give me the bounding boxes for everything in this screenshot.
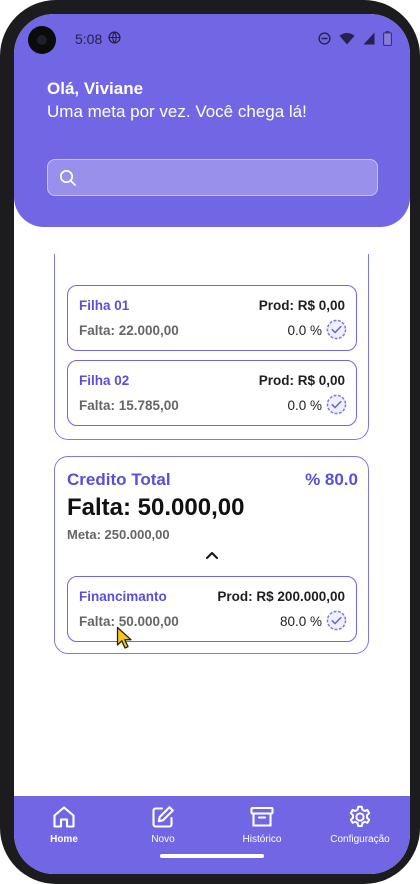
nav-configuracao[interactable]: Configuração <box>320 804 400 845</box>
goal-item-percent: 80.0 % <box>279 614 322 629</box>
nav-label: Novo <box>151 834 175 845</box>
nav-novo[interactable]: Novo <box>123 804 203 845</box>
signal-icon <box>363 32 375 45</box>
home-indicator[interactable] <box>160 854 264 858</box>
nav-label: Histórico <box>242 834 282 845</box>
search-bar[interactable] <box>47 159 378 196</box>
goal-item-card[interactable]: Filha 02 Prod: R$ 0,00 Falta: 15.785,00 … <box>67 360 357 426</box>
status-time: 5:08 <box>75 31 103 47</box>
globe-icon <box>108 31 121 44</box>
credit-group-meta: Meta: 250.000,00 <box>67 527 170 542</box>
nav-label: Configuração <box>330 834 390 845</box>
check-badge-icon <box>326 394 347 415</box>
edit-icon <box>152 806 174 828</box>
goal-item-name: Filha 02 <box>79 373 130 388</box>
mouse-cursor-icon <box>116 626 132 649</box>
screen: 5:08 Olá, Viviane Uma meta por vez. Você… <box>14 14 410 874</box>
goal-item-percent: 0.0 % <box>287 323 322 338</box>
greeting-subtitle: Uma meta por vez. Você chega lá! <box>47 102 307 121</box>
battery-icon <box>383 31 392 46</box>
front-camera <box>28 26 56 54</box>
goal-item-card[interactable]: Financimanto Prod: R$ 200.000,00 Falta: … <box>67 576 357 642</box>
credit-group-title: Credito Total <box>67 470 171 489</box>
credit-group-percent: % 80.0 <box>305 470 358 489</box>
search-input[interactable] <box>84 160 369 195</box>
status-bar: 5:08 <box>14 14 410 64</box>
goal-item-percent: 0.0 % <box>287 398 322 413</box>
phone-frame: 5:08 Olá, Viviane Uma meta por vez. Você… <box>0 0 420 884</box>
goal-item-name: Filha 01 <box>79 298 130 313</box>
goal-item-name: Financimanto <box>79 589 167 604</box>
wifi-icon <box>339 32 355 45</box>
chevron-up-icon[interactable] <box>204 549 220 561</box>
archive-icon <box>250 806 274 827</box>
goal-item-card[interactable]: Filha 01 Prod: R$ 0,00 Falta: 22.000,00 … <box>67 285 357 351</box>
credit-group-falta: Falta: 50.000,00 <box>67 494 245 521</box>
nav-home[interactable]: Home <box>24 804 104 845</box>
dnd-icon <box>318 32 331 45</box>
goal-item-prod: Prod: R$ 0,00 <box>258 298 345 313</box>
goal-item-prod: Prod: R$ 0,00 <box>258 373 345 388</box>
home-icon <box>53 806 75 828</box>
goal-item-falta: Falta: 15.785,00 <box>79 398 179 413</box>
nav-historico[interactable]: Histórico <box>222 804 302 845</box>
check-badge-icon <box>326 610 347 631</box>
goal-item-prod: Prod: R$ 200.000,00 <box>217 589 345 604</box>
search-icon <box>59 169 76 186</box>
goal-item-falta: Falta: 22.000,00 <box>79 323 179 338</box>
gear-icon <box>349 805 371 827</box>
greeting-title: Olá, Viviane <box>47 79 144 98</box>
bottom-navigation: Home Novo Histórico Configuração <box>14 796 410 874</box>
nav-label: Home <box>50 834 78 845</box>
check-badge-icon <box>326 319 347 340</box>
header: 5:08 Olá, Viviane Uma meta por vez. Você… <box>14 14 410 227</box>
